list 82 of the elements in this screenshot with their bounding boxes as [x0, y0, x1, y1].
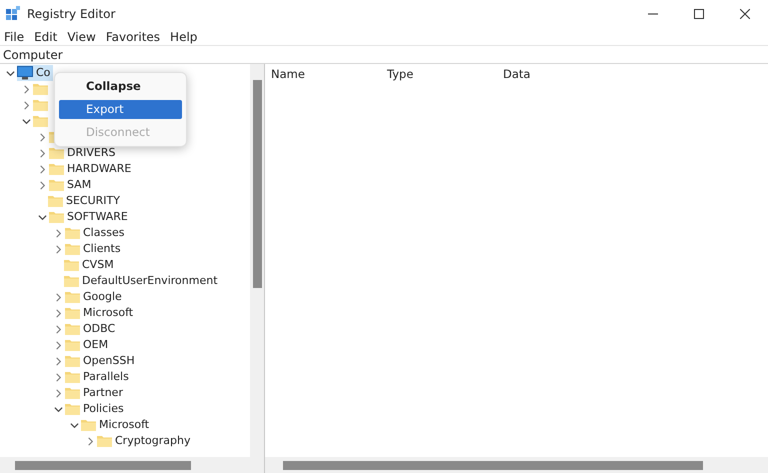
menu-item[interactable]: Edit — [29, 28, 62, 46]
folder-icon — [65, 339, 80, 351]
address-bar[interactable]: Computer — [0, 46, 66, 64]
folder-icon — [33, 115, 48, 127]
tree-item[interactable]: HARDWARE — [49, 161, 134, 177]
scrollbar-thumb[interactable] — [252, 80, 262, 288]
chevron-right-icon[interactable] — [86, 436, 95, 446]
tree-item[interactable]: DRIVERS — [49, 145, 118, 161]
folder-icon — [65, 387, 80, 399]
tree-item[interactable]: Policies — [65, 401, 127, 417]
chevron-right-icon[interactable] — [38, 164, 47, 174]
column-header[interactable]: Type — [381, 66, 497, 84]
folder-icon — [49, 211, 64, 223]
folder-icon — [49, 147, 64, 159]
folder-icon — [64, 259, 79, 271]
tree-item[interactable]: Co — [17, 65, 54, 81]
folder-icon — [65, 227, 80, 239]
chevron-right-icon[interactable] — [22, 84, 31, 94]
chevron-down-icon[interactable] — [22, 116, 31, 126]
menu-item[interactable]: View — [62, 28, 101, 46]
window-title: Registry Editor — [27, 6, 116, 23]
tree-item[interactable]: DefaultUserEnvironment — [64, 273, 221, 289]
scrollbar-thumb[interactable] — [283, 460, 703, 470]
chevron-right-icon[interactable] — [54, 324, 63, 334]
tree-item[interactable]: Google — [65, 289, 125, 305]
folder-icon — [33, 83, 48, 95]
scrollbar-thumb[interactable] — [15, 460, 191, 470]
menu-item[interactable]: Help — [165, 28, 202, 46]
registry-icon — [5, 6, 21, 22]
chevron-right-icon[interactable] — [38, 180, 47, 190]
tree-item[interactable]: OpenSSH — [65, 353, 138, 369]
folder-icon — [65, 323, 80, 335]
tree-item[interactable]: SOFTWARE — [49, 209, 131, 225]
tree-item[interactable]: ODBC — [65, 321, 118, 337]
chevron-right-icon[interactable] — [54, 244, 63, 254]
tree-item[interactable]: Microsoft — [81, 417, 152, 433]
tree-item[interactable]: Clients — [65, 241, 124, 257]
tree-item[interactable]: Microsoft — [65, 305, 136, 321]
tree-item[interactable]: SAM — [49, 177, 94, 193]
tree-item[interactable]: Classes — [65, 225, 128, 241]
tree-item[interactable]: CVSM — [64, 257, 117, 273]
folder-icon — [48, 195, 63, 207]
folder-icon — [64, 275, 79, 287]
folder-icon — [65, 243, 80, 255]
chevron-right-icon[interactable] — [54, 308, 63, 318]
folder-icon — [33, 99, 48, 111]
chevron-down-icon[interactable] — [70, 420, 79, 430]
tree-item[interactable]: Cryptography — [97, 433, 194, 449]
chevron-down-icon[interactable] — [38, 212, 47, 222]
folder-icon — [65, 291, 80, 303]
chevron-down-icon[interactable] — [54, 404, 63, 414]
chevron-right-icon[interactable] — [54, 292, 63, 302]
folder-icon — [65, 403, 80, 415]
maximize-icon — [694, 9, 704, 19]
tree-item[interactable]: Parallels — [65, 369, 132, 385]
folder-icon — [65, 307, 80, 319]
chevron-right-icon[interactable] — [54, 340, 63, 350]
chevron-right-icon[interactable] — [54, 372, 63, 382]
tree-item[interactable]: OEM — [65, 337, 112, 353]
close-icon — [740, 9, 750, 19]
chevron-down-icon[interactable] — [6, 68, 15, 78]
column-header[interactable]: Data — [497, 66, 536, 84]
chevron-right-icon[interactable] — [54, 356, 63, 366]
column-header[interactable]: Name — [265, 66, 381, 84]
menu-item[interactable]: Favorites — [100, 28, 166, 46]
chevron-right-icon[interactable] — [38, 148, 47, 158]
folder-icon — [81, 419, 96, 431]
chevron-right-icon[interactable] — [22, 100, 31, 110]
computer-icon — [17, 66, 33, 80]
menu-item[interactable]: File — [0, 28, 30, 46]
tree-item[interactable]: SECURITY — [48, 193, 123, 209]
chevron-right-icon[interactable] — [54, 388, 63, 398]
tree-item[interactable]: Partner — [65, 385, 126, 401]
folder-icon — [49, 163, 64, 175]
folder-icon — [97, 435, 112, 447]
chevron-right-icon[interactable] — [54, 228, 63, 238]
folder-icon — [49, 179, 64, 191]
folder-icon — [65, 355, 80, 367]
folder-icon — [65, 371, 80, 383]
context-menu-item[interactable]: Collapse — [59, 77, 182, 96]
chevron-right-icon[interactable] — [38, 132, 47, 142]
context-menu-item[interactable]: Export — [59, 100, 182, 119]
